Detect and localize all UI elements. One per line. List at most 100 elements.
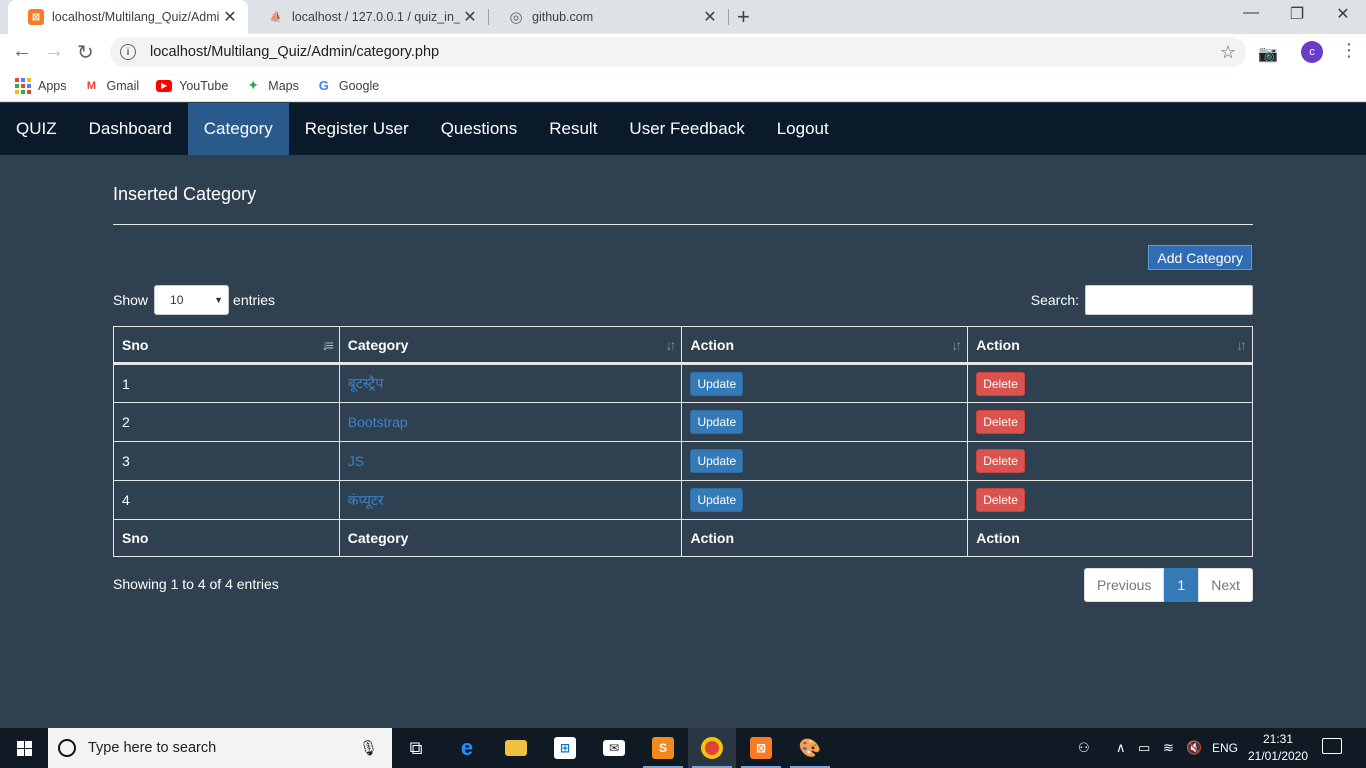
bookmark-star-icon[interactable]: ☆ [1220, 42, 1236, 63]
category-link[interactable]: JS [348, 453, 364, 469]
nav-result[interactable]: Result [533, 103, 613, 155]
sort-ascending-icon: ↓≡ [321, 337, 334, 353]
delete-button[interactable]: Delete [976, 371, 1025, 396]
nav-register-user[interactable]: Register User [289, 103, 425, 155]
reload-icon[interactable]: ↻ [77, 40, 94, 65]
omnibox[interactable]: i localhost/Multilang_Quiz/Admin/categor… [110, 37, 1246, 67]
action-center-icon[interactable] [1322, 738, 1342, 754]
url-text[interactable]: localhost/Multilang_Quiz/Admin/category.… [150, 44, 439, 60]
delete-button[interactable]: Delete [976, 410, 1025, 434]
sort-both-icon: ↓↑ [665, 337, 676, 353]
update-button[interactable]: Update [690, 488, 744, 512]
delete-button[interactable]: Delete [976, 488, 1025, 512]
new-tab-icon[interactable]: + [737, 4, 750, 30]
file-explorer-icon[interactable] [492, 728, 540, 768]
nav-user-feedback[interactable]: User Feedback [613, 103, 760, 155]
battery-icon[interactable]: ▭ [1138, 728, 1150, 768]
site-info-icon[interactable]: i [120, 44, 136, 60]
input-language[interactable]: ENG [1212, 728, 1238, 768]
show-hidden-icons-chevron-icon[interactable]: ∧ [1116, 728, 1126, 768]
microphone-icon[interactable]: 🎙 [359, 739, 378, 757]
category-link[interactable]: कंप्यूटर [348, 492, 384, 508]
clock-time: 21:31 [1262, 732, 1294, 746]
camera-icon[interactable]: 📷 [1258, 44, 1278, 64]
column-header-category[interactable]: Category ↓↑ [338, 326, 683, 365]
table-header-row: Sno ↓≡ Category ↓↑ Action ↓↑ Action ↓↑ [113, 326, 1253, 365]
update-button[interactable]: Update [690, 449, 744, 473]
bookmark-apps[interactable]: Apps [15, 77, 67, 94]
delete-button[interactable]: Delete [976, 449, 1025, 473]
edge-icon[interactable]: e [443, 728, 491, 768]
update-button[interactable]: Update [690, 410, 744, 434]
phpmyadmin-icon: ⛵ [269, 11, 283, 23]
bookmark-gmail[interactable]: M Gmail [84, 78, 139, 94]
category-link[interactable]: बूटस्ट्रैप [348, 375, 384, 391]
browser-tab-strip: ⊠ localhost/Multilang_Quiz/Admin/ ✕ ⛵ lo… [0, 0, 1366, 34]
nav-questions[interactable]: Questions [425, 103, 534, 155]
sublime-text-icon[interactable]: S [639, 728, 687, 768]
store-icon[interactable]: ⊞ [541, 728, 589, 768]
add-category-button[interactable]: Add Category [1148, 245, 1252, 270]
header-label: Action [690, 336, 735, 353]
column-header-action[interactable]: Action ↓↑ [681, 326, 969, 365]
cell-sno: 3 [113, 441, 340, 481]
close-tab-icon[interactable]: ✕ [220, 7, 240, 27]
caret-down-icon: ▼ [214, 295, 224, 305]
google-icon: G [318, 78, 329, 93]
nav-dashboard[interactable]: Dashboard [73, 103, 188, 155]
address-bar-row: ← → ↻ i localhost/Multilang_Quiz/Admin/c… [0, 34, 1366, 70]
entries-select[interactable]: 10 ▼ [154, 285, 230, 315]
table-row: 2 Bootstrap Update Delete [113, 402, 1253, 442]
sort-both-icon: ↓↑ [1236, 337, 1247, 353]
tab-title: github.com [532, 10, 594, 24]
cell-sno: 4 [113, 480, 340, 520]
category-link[interactable]: Bootstrap [348, 414, 408, 430]
column-header-action-2[interactable]: Action ↓↑ [967, 326, 1253, 365]
header-label: Action [976, 336, 1020, 353]
header-label: Sno [122, 336, 149, 353]
close-tab-icon[interactable]: ✕ [700, 7, 720, 27]
pagination-previous[interactable]: Previous [1083, 568, 1165, 602]
start-button[interactable] [0, 728, 48, 768]
pagination-next[interactable]: Next [1198, 568, 1253, 602]
table-row: 3 JS Update Delete [113, 441, 1253, 481]
nav-logout[interactable]: Logout [761, 103, 845, 155]
close-window-icon[interactable]: ✕ [1320, 4, 1366, 24]
profile-avatar[interactable]: c [1301, 41, 1323, 63]
nav-category[interactable]: Category [187, 103, 289, 155]
chrome-icon[interactable] [688, 728, 736, 768]
nav-brand[interactable]: QUIZ [0, 103, 73, 155]
taskbar-clock[interactable]: 21:31 21/01/2020 [1240, 731, 1316, 765]
mail-icon[interactable]: ✉ [590, 728, 638, 768]
xampp-taskbar-icon[interactable]: ⊠ [737, 728, 785, 768]
paint-icon[interactable]: 🎨 [786, 728, 834, 768]
bookmark-label: Apps [38, 78, 67, 93]
menu-kebab-icon[interactable]: ⋮ [1340, 40, 1358, 61]
forward-arrow-icon[interactable]: → [44, 40, 64, 63]
entries-length-control: Show 10 ▼ entries [113, 285, 275, 315]
close-tab-icon[interactable]: ✕ [460, 7, 480, 27]
update-button[interactable]: Update [690, 371, 744, 396]
bookmark-maps[interactable]: ✦ Maps [245, 77, 298, 94]
wifi-icon[interactable]: ≋ [1163, 728, 1174, 768]
search-input[interactable] [1085, 285, 1253, 315]
pagination-page-1[interactable]: 1 [1164, 568, 1199, 602]
bookmark-google[interactable]: G Google [316, 78, 379, 94]
cortana-icon [58, 739, 76, 757]
volume-muted-icon[interactable]: 🔇 [1186, 728, 1202, 768]
task-view-icon[interactable]: ⧉ [392, 728, 440, 768]
people-icon[interactable]: ⚇ [1078, 728, 1090, 768]
entries-select-value: 10 [170, 293, 184, 307]
browser-tab-quiz-admin[interactable]: ⊠ localhost/Multilang_Quiz/Admin/ ✕ [8, 0, 248, 34]
table-row: 4 कंप्यूटर Update Delete [113, 480, 1253, 520]
browser-tab-phpmyadmin[interactable]: ⛵ localhost / 127.0.0.1 / quiz_in_hin ✕ [248, 0, 488, 34]
cell-sno: 2 [113, 402, 340, 442]
back-arrow-icon[interactable]: ← [12, 40, 32, 63]
restore-icon[interactable]: ❐ [1274, 4, 1320, 24]
taskbar-search-box[interactable]: Type here to search 🎙 [48, 728, 392, 768]
browser-tab-github[interactable]: ◎ github.com ✕ [488, 0, 728, 34]
bookmark-youtube[interactable]: ▶ YouTube [156, 79, 228, 93]
table-row: 1 बूटस्ट्रैप Update Delete [113, 363, 1253, 403]
column-header-sno[interactable]: Sno ↓≡ [113, 326, 340, 365]
minimize-icon[interactable]: — [1228, 4, 1274, 22]
